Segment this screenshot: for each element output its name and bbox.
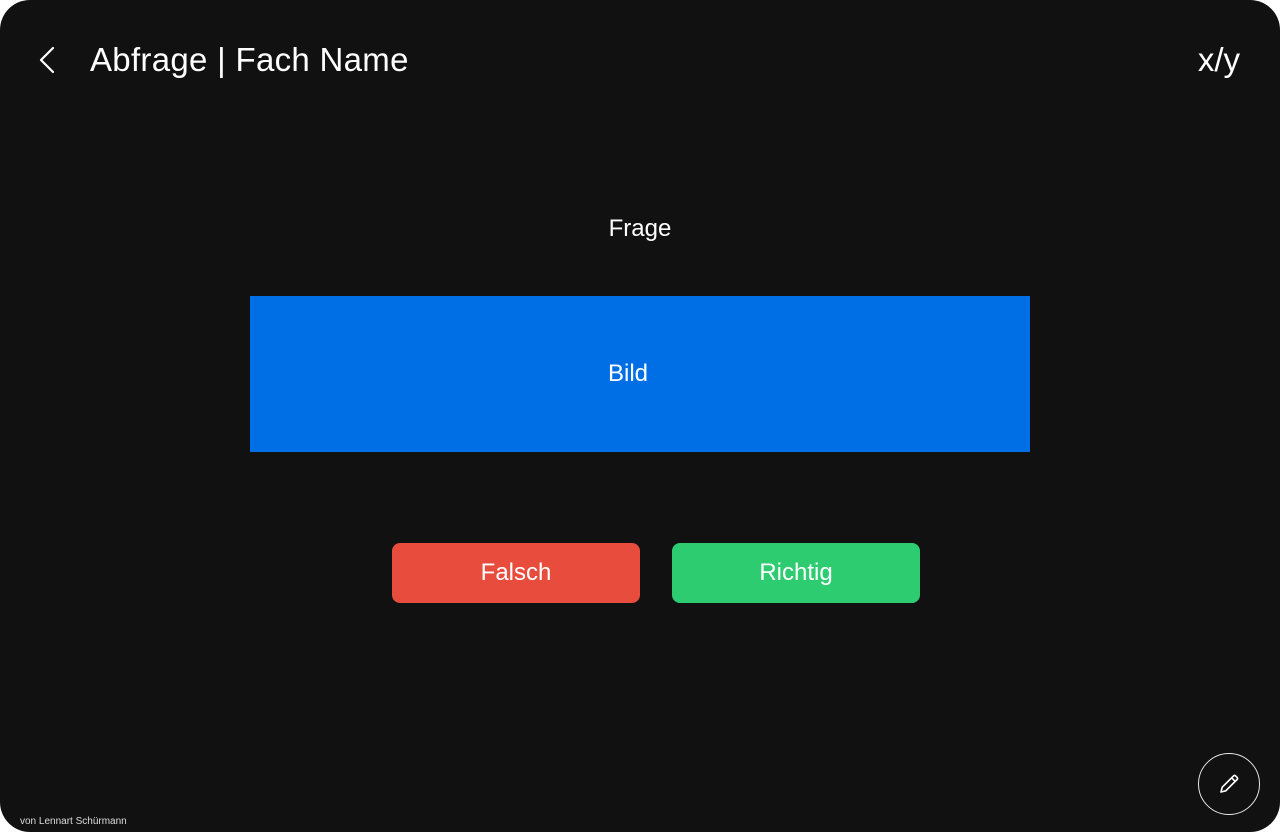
wrong-button[interactable]: Falsch (392, 543, 640, 603)
back-button[interactable] (30, 40, 64, 80)
edit-button[interactable] (1198, 753, 1260, 815)
wrong-button-label: Falsch (480, 559, 552, 586)
correct-button[interactable]: Richtig (672, 543, 920, 603)
progress-counter: x/y (1197, 41, 1240, 78)
question-text: Frage (608, 215, 672, 242)
pencil-icon (1220, 774, 1239, 793)
question-image: Bild (250, 296, 1030, 452)
image-placeholder-label: Bild (607, 360, 649, 387)
page-title: Abfrage | Fach Name (90, 41, 409, 78)
chevron-left-icon (39, 46, 55, 74)
author-credit: von Lennart Schürmann (20, 816, 127, 827)
quiz-screen: Abfrage | Fach Name x/y Frage Bild Falsc… (0, 0, 1280, 832)
correct-button-label: Richtig (759, 559, 833, 586)
